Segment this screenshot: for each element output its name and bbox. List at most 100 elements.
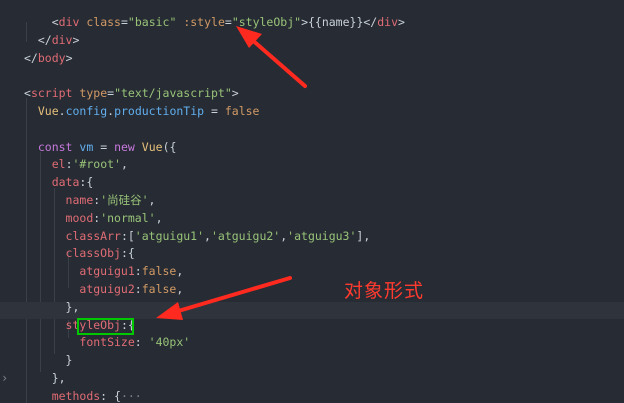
code-token: </ [24, 50, 38, 65]
code-token: div [58, 15, 80, 29]
code-token: atguigu1 [79, 264, 135, 279]
code-line: el:'#root', [24, 155, 128, 173]
code-line: mood:'normal', [24, 209, 163, 227]
code-token: 'atguigu2' [210, 228, 281, 243]
code-token: , [148, 193, 156, 207]
code-token: false [224, 104, 260, 118]
code-token: , [176, 264, 184, 279]
code-token: el [51, 157, 66, 172]
code-token: :{ [120, 246, 135, 261]
code-token: = [204, 104, 225, 118]
code-line: }, [24, 369, 66, 387]
code-token: >{{name}}</ [301, 15, 378, 29]
code-token: < [51, 15, 59, 29]
code-token: 'normal' [100, 210, 156, 225]
code-token: productionTip [114, 104, 205, 118]
code-token: const [37, 139, 73, 154]
code-token: , [120, 157, 128, 172]
code-token: "text/javascript" [114, 86, 232, 101]
code-line: </div> [24, 31, 80, 49]
code-token: "styleObj" [231, 15, 302, 29]
code-token: > [72, 32, 80, 47]
code-token: data [51, 175, 80, 190]
code-token: '40px' [148, 335, 191, 350]
code-token: = [93, 139, 115, 154]
code-line: </body> [24, 49, 73, 67]
code-token: , [176, 282, 184, 296]
code-token: </ [24, 32, 52, 47]
code-token: , [204, 228, 211, 243]
code-line: atguigu1:false, [24, 262, 183, 280]
code-token: : [134, 264, 142, 279]
code-token: methods [51, 388, 101, 403]
code-token: > [65, 50, 73, 65]
code-token: atguigu2 [79, 282, 135, 296]
code-token: ({ [162, 139, 177, 154]
code-token: = [120, 15, 128, 29]
code-token: class [86, 15, 121, 29]
code-token: Vue [141, 139, 163, 154]
code-line: methods: {··· [24, 387, 142, 403]
code-token: }, [24, 371, 66, 385]
code-token: type [79, 86, 108, 101]
code-token: 'atguigu1' [134, 228, 205, 243]
code-token: name [65, 193, 94, 207]
code-token: : [65, 157, 73, 172]
fontsize-highlight-box [77, 318, 134, 335]
code-token: false [141, 264, 177, 279]
code-token: fontSize [79, 335, 135, 350]
code-token: Vue [37, 104, 59, 118]
code-line: data:{ [24, 173, 94, 191]
code-token: script [30, 86, 73, 101]
code-token: new [114, 139, 135, 154]
code-token: . [58, 104, 66, 118]
code-token: > [231, 86, 239, 101]
code-token: }, [24, 299, 80, 314]
code-token: :[ [120, 228, 135, 243]
code-token: div [51, 32, 73, 47]
code-token: vm [79, 139, 94, 154]
code-token: false [141, 282, 177, 296]
code-token: '尚硅谷' [100, 193, 149, 207]
annotation-label: 对象形式 [344, 280, 425, 302]
code-line: Vue.config.productionTip = false [24, 102, 260, 120]
code-editor[interactable]: <div class="basic" :style="styleObj">{{n… [0, 0, 624, 403]
code-line: name:'尚硅谷', [24, 191, 156, 209]
code-line: const vm = new Vue({ [24, 138, 177, 156]
code-line: } [24, 351, 73, 369]
code-line: }, [24, 298, 80, 316]
code-line: atguigu2:false, [24, 280, 183, 298]
code-token: : [134, 335, 149, 350]
code-token: mood [65, 210, 94, 225]
code-token: classArr [65, 228, 121, 243]
code-token: : [134, 282, 142, 296]
code-token: < [24, 86, 31, 101]
code-token: '#root' [72, 157, 121, 172]
code-token: :{ [79, 175, 94, 190]
code-token: classObj [65, 246, 121, 261]
code-line: <div class="basic" :style="styleObj">{{n… [24, 13, 405, 31]
code-token: } [24, 353, 73, 368]
fold-chevron-icon[interactable]: › [1, 371, 8, 385]
code-token: body [37, 50, 66, 65]
code-token: "basic" [127, 15, 177, 29]
code-token: > [398, 15, 405, 29]
code-line: <script type="text/javascript"> [24, 84, 239, 102]
code-token: 'atguigu3' [287, 228, 357, 243]
code-token: , [155, 210, 163, 225]
